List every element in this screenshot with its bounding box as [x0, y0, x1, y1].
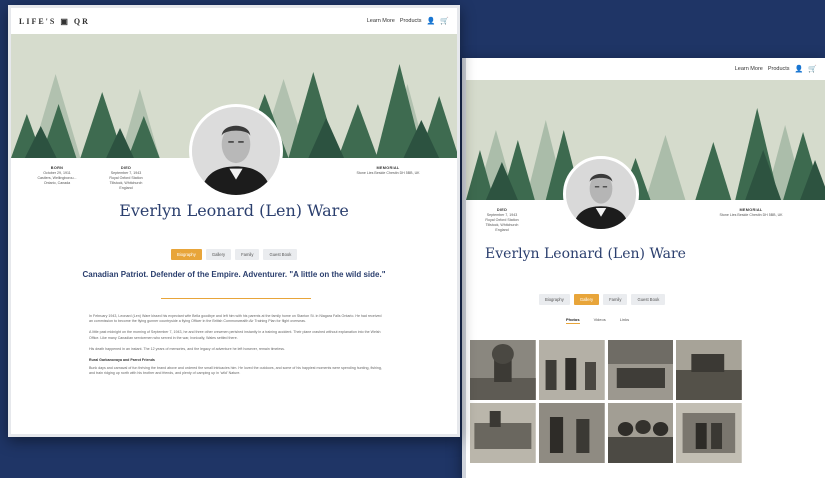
gallery-photo[interactable]: [676, 403, 742, 463]
forest-banner: [466, 80, 825, 200]
portrait-image: [566, 159, 636, 229]
subtab-links[interactable]: Links: [620, 317, 629, 324]
cart-icon[interactable]: 🛒: [808, 66, 817, 73]
nav-products-link[interactable]: Products: [768, 66, 790, 72]
person-name: Everlyn Leonard (Len) Ware: [485, 246, 686, 262]
cart-icon[interactable]: 🛒: [440, 18, 449, 25]
profile-tabs: Biography Gallery Family Guest Book: [539, 294, 666, 305]
biography-paragraph: Bunk days and carnaval of fun thriving t…: [89, 366, 382, 376]
memorial-info: MEMORIAL Stone Lies Beside Chestin DH 5B…: [329, 166, 447, 176]
gallery-photo[interactable]: [607, 403, 674, 463]
subtab-photos[interactable]: Photos: [566, 317, 580, 324]
nav-learn-more-link[interactable]: Learn More: [735, 66, 763, 72]
died-info: DIED September 7, 1943 Royal Oxford Stat…: [476, 208, 528, 233]
memorial-info: MEMORIAL Stone Lies Beside Chestin DH 5B…: [696, 208, 806, 218]
top-nav: LIFE'S ▣ QR Learn More Products 👤 🛒: [11, 8, 457, 34]
biography-paragraph: In February 1943, Leonard (Len) Ware kis…: [89, 314, 382, 324]
user-icon[interactable]: 👤: [427, 18, 436, 25]
memorial-line: Stone Lies Beside Chestin DH 5BB, UK: [719, 213, 783, 218]
biography-paragraph: A little past midnight on the morning of…: [89, 330, 381, 340]
profile-photo: [189, 104, 283, 198]
accent-divider: [161, 298, 311, 299]
gallery-photo[interactable]: [538, 403, 605, 463]
biography-text: In February 1943, Leonard (Len) Ware kis…: [89, 314, 383, 383]
tab-guest-book[interactable]: Guest Book: [263, 249, 298, 260]
section-heading: Rural Garbanovaya and Parrot Friends: [89, 358, 155, 363]
biography-tagline: Canadian Patriot. Defender of the Empire…: [82, 270, 386, 279]
tab-biography[interactable]: Biography: [171, 249, 202, 260]
gallery-photo[interactable]: [470, 340, 536, 400]
photo-grid: [470, 340, 742, 463]
forest-illustration: [466, 80, 825, 200]
gallery-photo[interactable]: [676, 340, 742, 400]
gallery-subtabs: Photos Videos Links: [566, 317, 629, 324]
portrait-image: [192, 107, 280, 195]
nav-products-link[interactable]: Products: [400, 18, 422, 24]
tab-gallery[interactable]: Gallery: [573, 294, 600, 305]
biography-page-screenshot: LIFE'S ▣ QR Learn More Products 👤 🛒 BORN…: [8, 5, 460, 437]
died-line: England: [119, 185, 133, 190]
tab-family[interactable]: Family: [603, 294, 628, 305]
top-nav: Learn More Products 👤 🛒: [466, 58, 825, 80]
gallery-photo[interactable]: [538, 340, 605, 400]
nav-learn-more-link[interactable]: Learn More: [367, 18, 395, 24]
person-name: Everlyn Leonard (Len) Ware: [119, 201, 349, 220]
born-line: Ontario, Canada: [43, 180, 71, 185]
tab-guest-book[interactable]: Guest Book: [631, 294, 666, 305]
gallery-page-screenshot: Learn More Products 👤 🛒 DIED September 7…: [462, 58, 825, 478]
nav-links: Learn More Products 👤 🛒: [735, 66, 817, 73]
user-icon[interactable]: 👤: [795, 66, 804, 73]
tab-biography[interactable]: Biography: [539, 294, 570, 305]
gallery-photo[interactable]: [607, 340, 674, 400]
site-logo[interactable]: LIFE'S ▣ QR: [19, 17, 90, 26]
tab-gallery[interactable]: Gallery: [205, 249, 232, 260]
subtab-videos[interactable]: Videos: [594, 317, 606, 324]
profile-tabs: Biography Gallery Family Guest Book: [171, 249, 298, 260]
tab-family[interactable]: Family: [235, 249, 260, 260]
nav-links: Learn More Products 👤 🛒: [367, 18, 449, 25]
gallery-photo[interactable]: [470, 403, 536, 463]
memorial-line: Stone Lies Beside Chestin DH 5BB, UK: [356, 171, 420, 176]
died-line: England: [495, 227, 509, 232]
biography-paragraph: His death happened in an instant. The 12…: [89, 346, 285, 351]
born-info: BORN October 29, 1911 Castlers, Wellingb…: [33, 166, 81, 186]
died-info: DIED September 7, 1943 Royal Oxford Stat…: [99, 166, 153, 191]
profile-photo: [563, 156, 639, 232]
